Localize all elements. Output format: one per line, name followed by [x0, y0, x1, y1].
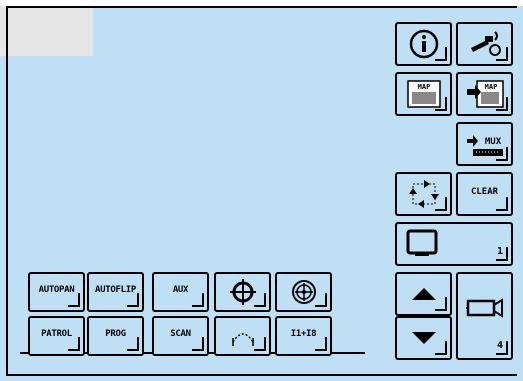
cycle-button[interactable] — [395, 172, 452, 216]
patrol-button[interactable]: PATROL — [28, 316, 85, 356]
mux-button[interactable]: MUX — [456, 122, 513, 166]
map-button[interactable]: MAP — [395, 72, 452, 116]
monitor-number: 1 — [496, 246, 503, 257]
arrow-down-icon — [411, 332, 436, 344]
iris-label: I1+I8 — [290, 329, 317, 339]
map-goto-icon: MAP — [466, 80, 504, 108]
scan-button[interactable]: SCAN — [152, 316, 209, 356]
clear-label: CLEAR — [470, 187, 499, 197]
arc-icon — [231, 333, 254, 346]
clear-button[interactable]: CLEAR — [456, 172, 513, 216]
scan-label: SCAN — [170, 329, 191, 339]
monitor-select-button[interactable]: 1 — [395, 222, 513, 266]
camera-settings-icon — [470, 31, 501, 56]
camera-number: 4 — [496, 340, 503, 351]
map-icon: MAP — [406, 80, 441, 108]
iris-button[interactable]: I1+I8 — [275, 316, 332, 356]
prog-label: PROG — [105, 329, 126, 339]
prog-button[interactable]: PROG — [87, 316, 144, 356]
wheel-icon — [291, 280, 316, 304]
aux-button[interactable]: AUX — [152, 272, 209, 312]
aux-label: AUX — [172, 285, 189, 295]
map-goto-button[interactable]: MAP — [456, 72, 513, 116]
arrow-up-icon — [411, 288, 436, 300]
info-button[interactable] — [395, 22, 452, 66]
monitor-icon — [406, 229, 438, 256]
arc-button[interactable] — [214, 316, 271, 356]
autoflip-button[interactable]: AUTOFLIP — [87, 272, 144, 312]
autoflip-label: AUTOFLIP — [95, 285, 136, 295]
map-label: MAP — [417, 83, 430, 91]
crosshair-button[interactable] — [214, 272, 271, 312]
camera-settings-button[interactable] — [456, 22, 513, 66]
scroll-up-button[interactable] — [395, 272, 452, 316]
camera-select-button[interactable]: 4 — [456, 272, 513, 360]
map-goto-label: MAP — [484, 83, 497, 91]
wheel-button[interactable] — [275, 272, 332, 312]
patrol-label: PATROL — [41, 329, 72, 339]
mux-label: MUX — [484, 137, 501, 147]
scroll-down-button[interactable] — [395, 316, 452, 360]
cycle-icon — [408, 180, 439, 208]
crosshair-icon — [229, 279, 256, 305]
camera-icon — [466, 298, 503, 318]
info-icon — [409, 29, 438, 59]
autopan-label: AUTOPAN — [38, 285, 75, 295]
autopan-button[interactable]: AUTOPAN — [28, 272, 85, 312]
mux-icon: MUX — [466, 135, 503, 156]
